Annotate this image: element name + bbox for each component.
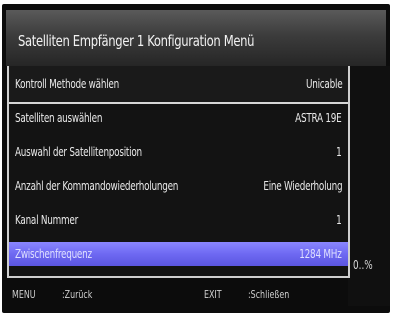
satellite-position-label: Auswahl der Satellitenposition	[15, 145, 142, 159]
channel-number-label: Kanal Nummer	[15, 213, 78, 227]
control-method-value: Unicable	[305, 77, 343, 91]
config-menu-panel: Kontroll Methode wählen Unicable Satelli…	[7, 66, 350, 278]
menu-row-command-repeats[interactable]: Anzahl der Kommandowiederholungen Eine W…	[9, 174, 348, 198]
intermediate-frequency-label: Zwischenfrequenz	[15, 247, 92, 261]
command-repeats-label: Anzahl der Kommandowiederholungen	[15, 179, 179, 193]
satellite-position-value: 1	[336, 145, 343, 159]
intermediate-frequency-value: 1284 MHz	[299, 247, 343, 261]
menu-action-label: :Zurück	[62, 288, 93, 301]
menu-key-label: MENU	[12, 288, 36, 301]
command-repeats-value: Eine Wiederholung	[262, 179, 342, 193]
side-indicator: 0..%	[353, 258, 373, 272]
channel-number-value: 1	[336, 213, 343, 227]
menu-row-satellite[interactable]: Satelliten auswählen ASTRA 19E	[9, 106, 348, 130]
exit-key-label: EXIT	[204, 288, 222, 301]
menu-header-row[interactable]: Kontroll Methode wählen Unicable	[9, 66, 348, 104]
menu-row-channel-number[interactable]: Kanal Nummer 1	[9, 208, 348, 232]
exit-action-label: :Schließen	[248, 288, 290, 301]
control-method-label: Kontroll Methode wählen	[15, 77, 119, 91]
satellite-label: Satelliten auswählen	[15, 111, 103, 125]
footer-hints: MENU :Zurück EXIT :Schließen	[6, 283, 346, 307]
title-bar: Satelliten Empfänger 1 Konfiguration Men…	[6, 10, 386, 66]
menu-row-satellite-position[interactable]: Auswahl der Satellitenposition 1	[9, 140, 348, 164]
menu-row-intermediate-frequency[interactable]: Zwischenfrequenz 1284 MHz	[9, 242, 348, 266]
tv-frame: Satelliten Empfänger 1 Konfiguration Men…	[0, 0, 393, 318]
satellite-value: ASTRA 19E	[295, 111, 343, 125]
window-title: Satelliten Empfänger 1 Konfiguration Men…	[18, 32, 255, 50]
